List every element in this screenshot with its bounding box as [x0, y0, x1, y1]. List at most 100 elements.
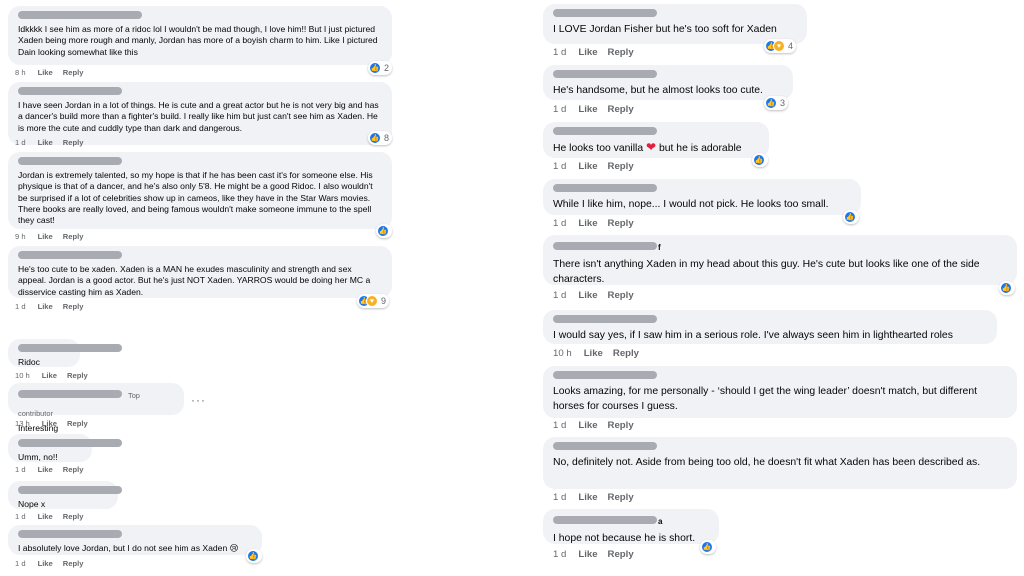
like-button[interactable]: Like	[578, 47, 597, 58]
comment-text: I hope not because he is short.	[553, 533, 696, 544]
reply-button[interactable]: Reply	[608, 47, 634, 58]
comment-bubble: I LOVE Jordan Fisher but he's too soft f…	[543, 4, 807, 44]
comment-bubble: Nope x	[8, 481, 122, 509]
reaction-count[interactable]: 👍	[246, 549, 262, 563]
comment-text: I LOVE Jordan Fisher but he's too soft f…	[553, 24, 777, 35]
like-button[interactable]: Like	[578, 492, 597, 503]
comment-actions: 8 h Like Reply	[15, 68, 93, 77]
name-fragment: f	[658, 243, 661, 252]
redacted-name	[18, 439, 122, 447]
reply-button[interactable]: Reply	[608, 218, 634, 229]
reply-button[interactable]: Reply	[608, 492, 634, 503]
like-reaction-icon: 👍	[753, 154, 765, 166]
reply-button[interactable]: Reply	[63, 512, 84, 521]
reply-button[interactable]: Reply	[63, 465, 84, 474]
reply-button[interactable]: Reply	[63, 559, 84, 568]
redacted-name	[18, 486, 122, 494]
comment-bubble: Idkkkk I see him as more of a ridoc lol …	[8, 6, 392, 65]
comment-text: Ridoc	[18, 357, 40, 367]
like-reaction-icon: 👍	[844, 211, 856, 223]
reaction-count[interactable]: 👍	[376, 224, 392, 238]
reaction-count[interactable]: 👍	[752, 153, 768, 167]
like-button[interactable]: Like	[38, 232, 53, 241]
like-button[interactable]: Like	[42, 419, 57, 428]
comment-time: 1 d	[553, 161, 567, 172]
comment-actions: 9 h Like Reply	[15, 232, 93, 241]
like-button[interactable]: Like	[578, 290, 597, 301]
like-button[interactable]: Like	[42, 371, 57, 380]
reply-button[interactable]: Reply	[63, 68, 84, 77]
comment-text: While I like him, nope... I would not pi…	[553, 199, 829, 210]
reaction-count[interactable]: 👍 ♥ 4	[764, 39, 797, 53]
redacted-name	[18, 157, 122, 165]
reaction-count[interactable]: 👍 8	[368, 131, 393, 145]
like-button[interactable]: Like	[38, 138, 53, 147]
comment-actions: 10 h Like Reply	[15, 371, 98, 380]
name-fragment: a	[658, 517, 663, 526]
comment-actions: 1 d Like Reply	[553, 420, 644, 431]
comment-actions: 1 d Like Reply	[553, 218, 644, 229]
comment-time: 10 h	[553, 348, 572, 359]
redacted-name	[553, 442, 657, 450]
comment-actions: 1 d Like Reply	[553, 104, 644, 115]
comment-bubble: He's handsome, but he almost looks too c…	[543, 65, 793, 100]
like-button[interactable]: Like	[38, 302, 53, 311]
comment-actions: 1 d Like Reply	[553, 290, 644, 301]
more-options-icon[interactable]: ···	[191, 393, 206, 407]
reply-button[interactable]: Reply	[608, 104, 634, 115]
redacted-name	[553, 184, 657, 192]
reply-button[interactable]: Reply	[63, 138, 84, 147]
comment-time: 13 h	[15, 419, 30, 428]
like-button[interactable]: Like	[38, 559, 53, 568]
comment-bubble: Ridoc	[8, 339, 122, 367]
reply-button[interactable]: Reply	[608, 290, 634, 301]
reaction-count[interactable]: 👍 ♥ 9	[357, 294, 390, 308]
comment-text: There isn't anything Xaden in my head ab…	[553, 259, 980, 285]
comment-actions: 1 d Like Reply	[15, 465, 93, 474]
comment-time: 1 d	[15, 138, 26, 147]
reaction-count[interactable]: 👍 3	[764, 96, 789, 110]
comment-time: 1 d	[553, 420, 567, 431]
care-reaction-icon: ♥	[773, 40, 785, 52]
comment-text: Umm, no!!	[18, 452, 58, 462]
reply-button[interactable]: Reply	[67, 419, 88, 428]
redacted-name	[18, 530, 122, 538]
like-button[interactable]: Like	[38, 68, 53, 77]
like-button[interactable]: Like	[578, 104, 597, 115]
comment-bubble: I would say yes, if I saw him in a serio…	[543, 310, 997, 344]
like-button[interactable]: Like	[578, 420, 597, 431]
comment-time: 10 h	[15, 371, 30, 380]
reply-button[interactable]: Reply	[608, 161, 634, 172]
redacted-name	[553, 9, 657, 17]
comment-text: but he is adorable	[658, 143, 742, 154]
reaction-count[interactable]: 👍	[700, 540, 716, 554]
like-button[interactable]: Like	[584, 348, 603, 359]
reply-button[interactable]: Reply	[608, 420, 634, 431]
redacted-name	[553, 515, 657, 524]
like-button[interactable]: Like	[38, 512, 53, 521]
like-button[interactable]: Like	[578, 161, 597, 172]
reply-button[interactable]: Reply	[613, 348, 639, 359]
reaction-count[interactable]: 👍	[999, 281, 1015, 295]
redacted-name	[553, 241, 657, 250]
reaction-count[interactable]: 👍	[843, 210, 859, 224]
comment-time: 1 d	[553, 492, 567, 503]
comment-bubble: Looks amazing, for me personally - ‘shou…	[543, 366, 1017, 418]
comment-text: No, definitely not. Aside from being too…	[553, 457, 981, 468]
reply-button[interactable]: Reply	[608, 549, 634, 560]
reply-button[interactable]: Reply	[63, 232, 84, 241]
like-reaction-icon: 👍	[369, 132, 381, 144]
comment-text: I would say yes, if I saw him in a serio…	[553, 330, 953, 341]
comment-text: He's handsome, but he almost looks too c…	[553, 85, 763, 96]
comment-time: 1 d	[553, 218, 567, 229]
reply-button[interactable]: Reply	[63, 302, 84, 311]
like-button[interactable]: Like	[578, 549, 597, 560]
reaction-count[interactable]: 👍 2	[368, 61, 393, 75]
reply-button[interactable]: Reply	[67, 371, 88, 380]
like-button[interactable]: Like	[38, 465, 53, 474]
redacted-name	[553, 315, 657, 323]
comment-bubble: f There isn't anything Xaden in my head …	[543, 235, 1017, 285]
comment-time: 8 h	[15, 68, 26, 77]
redacted-name	[18, 344, 122, 352]
like-button[interactable]: Like	[578, 218, 597, 229]
